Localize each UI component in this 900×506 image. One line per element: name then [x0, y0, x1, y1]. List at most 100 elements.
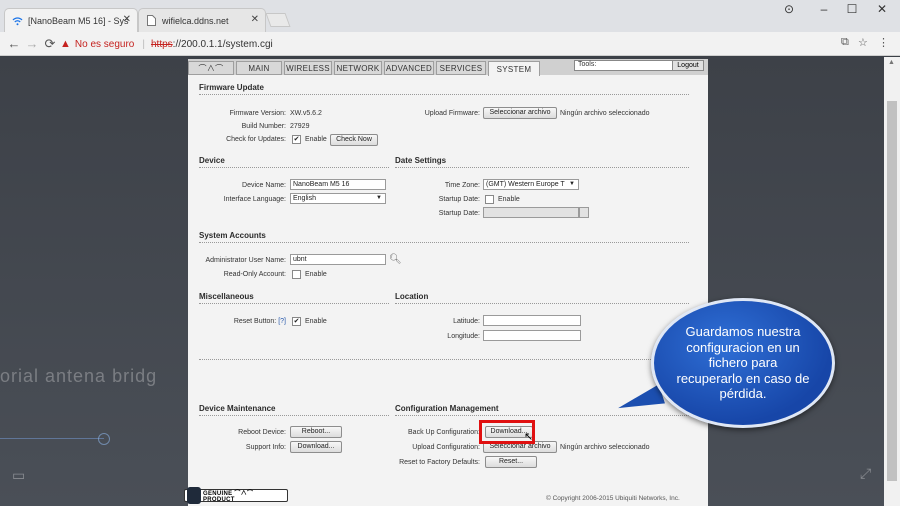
firmware-version-value: XW.v5.6.2	[290, 110, 322, 117]
url-scheme: https	[150, 38, 173, 50]
close-icon[interactable]: ✕	[123, 14, 131, 25]
star-icon[interactable]: ☆	[858, 36, 868, 49]
genuine-product-badge: GENUINE ⌒∧⌒ PRODUCT	[184, 487, 288, 504]
reset-button-checkbox[interactable]: ✔	[292, 317, 301, 326]
page-viewport: torial antena bridg ⌒∧⌒ MAIN WIRELESS NE…	[0, 57, 884, 506]
divider	[199, 415, 389, 416]
security-label[interactable]: No es seguro	[75, 39, 134, 50]
longitude-input[interactable]	[483, 330, 581, 341]
build-number-value: 27929	[290, 123, 310, 130]
factory-reset-label: Reset to Factory Defaults:	[399, 459, 480, 466]
cursor-icon: ↖	[524, 431, 534, 443]
logout-button[interactable]: Logout	[672, 60, 704, 71]
search-icon[interactable]: 🔍︎	[389, 254, 402, 265]
lock-icon	[187, 487, 201, 504]
device-name-input[interactable]: NanoBeam M5 16	[290, 179, 386, 190]
scroll-up-icon[interactable]: ▲	[888, 59, 895, 66]
divider	[199, 167, 389, 168]
tab-main[interactable]: MAIN	[236, 61, 282, 75]
divider	[199, 94, 689, 95]
section-accounts-title: System Accounts	[199, 231, 266, 240]
tab-system[interactable]: SYSTEM	[488, 61, 540, 76]
tools-label: Tools:	[578, 61, 597, 68]
tab-label: [NanoBeam M5 16] - Sys	[28, 15, 129, 26]
overlay-progress-line	[0, 438, 104, 439]
overlay-ghost-text: torial antena bridg	[0, 366, 158, 386]
tab-label: wifielca.ddns.net	[162, 15, 229, 26]
url-path: ://200.0.1.1/system.cgi	[172, 38, 273, 50]
longitude-label: Longitude:	[447, 333, 480, 340]
upload-config-label: Upload Configuration:	[412, 444, 480, 451]
close-icon[interactable]: ✕	[251, 14, 259, 25]
time-zone-select[interactable]: (GMT) Western Europe T ▼	[483, 179, 579, 190]
menu-icon[interactable]: ⋮	[878, 36, 889, 49]
tab-nanobeam[interactable]: [NanoBeam M5 16] - Sys ✕	[4, 8, 138, 32]
callout-bubble: Guardamos nuestra configuracion en un fi…	[651, 298, 835, 428]
reload-icon[interactable]: ⟳	[42, 36, 58, 52]
check-now-button[interactable]: Check Now	[330, 134, 378, 146]
airos-panel: ⌒∧⌒ MAIN WIRELESS NETWORK ADVANCED SERVI…	[184, 59, 708, 506]
forward-arrow-icon[interactable]: →	[24, 36, 40, 51]
selected-value: English	[293, 195, 316, 202]
tab-advanced[interactable]: ADVANCED	[384, 61, 434, 75]
check-updates-checkbox[interactable]: ✔	[292, 135, 301, 144]
overlay-progress-knob	[98, 433, 110, 445]
reboot-button[interactable]: Reboot...	[290, 426, 342, 438]
upload-firmware-label: Upload Firmware:	[424, 110, 480, 117]
reset-button-label-text: Reset Button:	[233, 318, 277, 325]
upload-config-status: Ningún archivo seleccionado	[560, 444, 650, 451]
interface-language-select[interactable]: English ▼	[290, 193, 386, 204]
section-config-title: Configuration Management	[395, 404, 499, 413]
backup-config-label: Back Up Configuration:	[408, 429, 480, 436]
support-download-button[interactable]: Download...	[290, 441, 342, 453]
url-input[interactable]: ▲ No es seguro | https ://200.0.1.1/syst…	[60, 35, 840, 53]
section-firmware-title: Firmware Update	[199, 83, 264, 92]
minimize-button[interactable]: –	[812, 2, 836, 16]
admin-user-input[interactable]: ubnt	[290, 254, 386, 265]
divider: |	[142, 38, 145, 50]
badge-text: GENUINE ⌒∧⌒ PRODUCT	[203, 491, 254, 503]
tab-wifielca[interactable]: wifielca.ddns.net ✕	[138, 8, 266, 32]
startup-date-checkbox[interactable]	[485, 195, 494, 204]
page-scrollbar[interactable]: ▲	[884, 57, 900, 506]
read-only-enable-label: Enable	[305, 271, 327, 278]
chat-icon: ▭	[12, 467, 26, 483]
read-only-account-checkbox[interactable]	[292, 270, 301, 279]
check-updates-enable-label: Enable	[305, 136, 327, 143]
logo-tab[interactable]: ⌒∧⌒	[188, 61, 234, 75]
build-number-label: Build Number:	[241, 123, 286, 130]
latitude-input[interactable]	[483, 315, 581, 326]
chevron-down-icon: ▼	[376, 195, 382, 201]
expand-icon: ⤢	[860, 465, 872, 481]
calendar-icon	[579, 207, 589, 218]
copyright-text: © Copyright 2006-2015 Ubiquiti Networks,…	[546, 495, 680, 502]
divider	[395, 303, 689, 304]
translate-icon[interactable]: ⧉	[841, 36, 849, 49]
close-window-button[interactable]: ✕	[870, 2, 894, 16]
warning-icon: ▲	[60, 38, 71, 50]
reset-button-label: Reset Button: [?]	[188, 318, 286, 325]
factory-reset-button[interactable]: Reset...	[485, 456, 537, 468]
back-arrow-icon[interactable]: ←	[6, 36, 22, 51]
support-info-label: Support Info:	[245, 444, 286, 451]
scrollbar-thumb[interactable]	[887, 101, 897, 481]
maximize-button[interactable]: ☐	[840, 2, 864, 16]
upload-firmware-button[interactable]: Seleccionar archivo	[483, 107, 557, 119]
admin-user-label: Administrator User Name:	[205, 257, 286, 264]
tab-wireless[interactable]: WIRELESS	[284, 61, 332, 75]
startup-date-enable-text: Enable	[498, 196, 520, 203]
section-location-title: Location	[395, 292, 429, 301]
reboot-device-label: Reboot Device:	[238, 429, 286, 436]
startup-date-enable-label: Startup Date:	[438, 196, 480, 203]
startup-date-label: Startup Date:	[438, 210, 480, 217]
profile-icon[interactable]: ⊙	[777, 2, 801, 16]
new-tab-button[interactable]	[265, 13, 291, 27]
tab-services[interactable]: SERVICES	[436, 61, 486, 75]
divider	[395, 415, 689, 416]
address-bar: ← → ⟳ ▲ No es seguro | https ://200.0.1.…	[0, 32, 900, 56]
firmware-version-label: Firmware Version:	[229, 110, 286, 117]
divider	[395, 167, 689, 168]
latitude-label: Latitude:	[453, 318, 480, 325]
help-link[interactable]: [?]	[278, 318, 286, 325]
tab-network[interactable]: NETWORK	[334, 61, 382, 75]
